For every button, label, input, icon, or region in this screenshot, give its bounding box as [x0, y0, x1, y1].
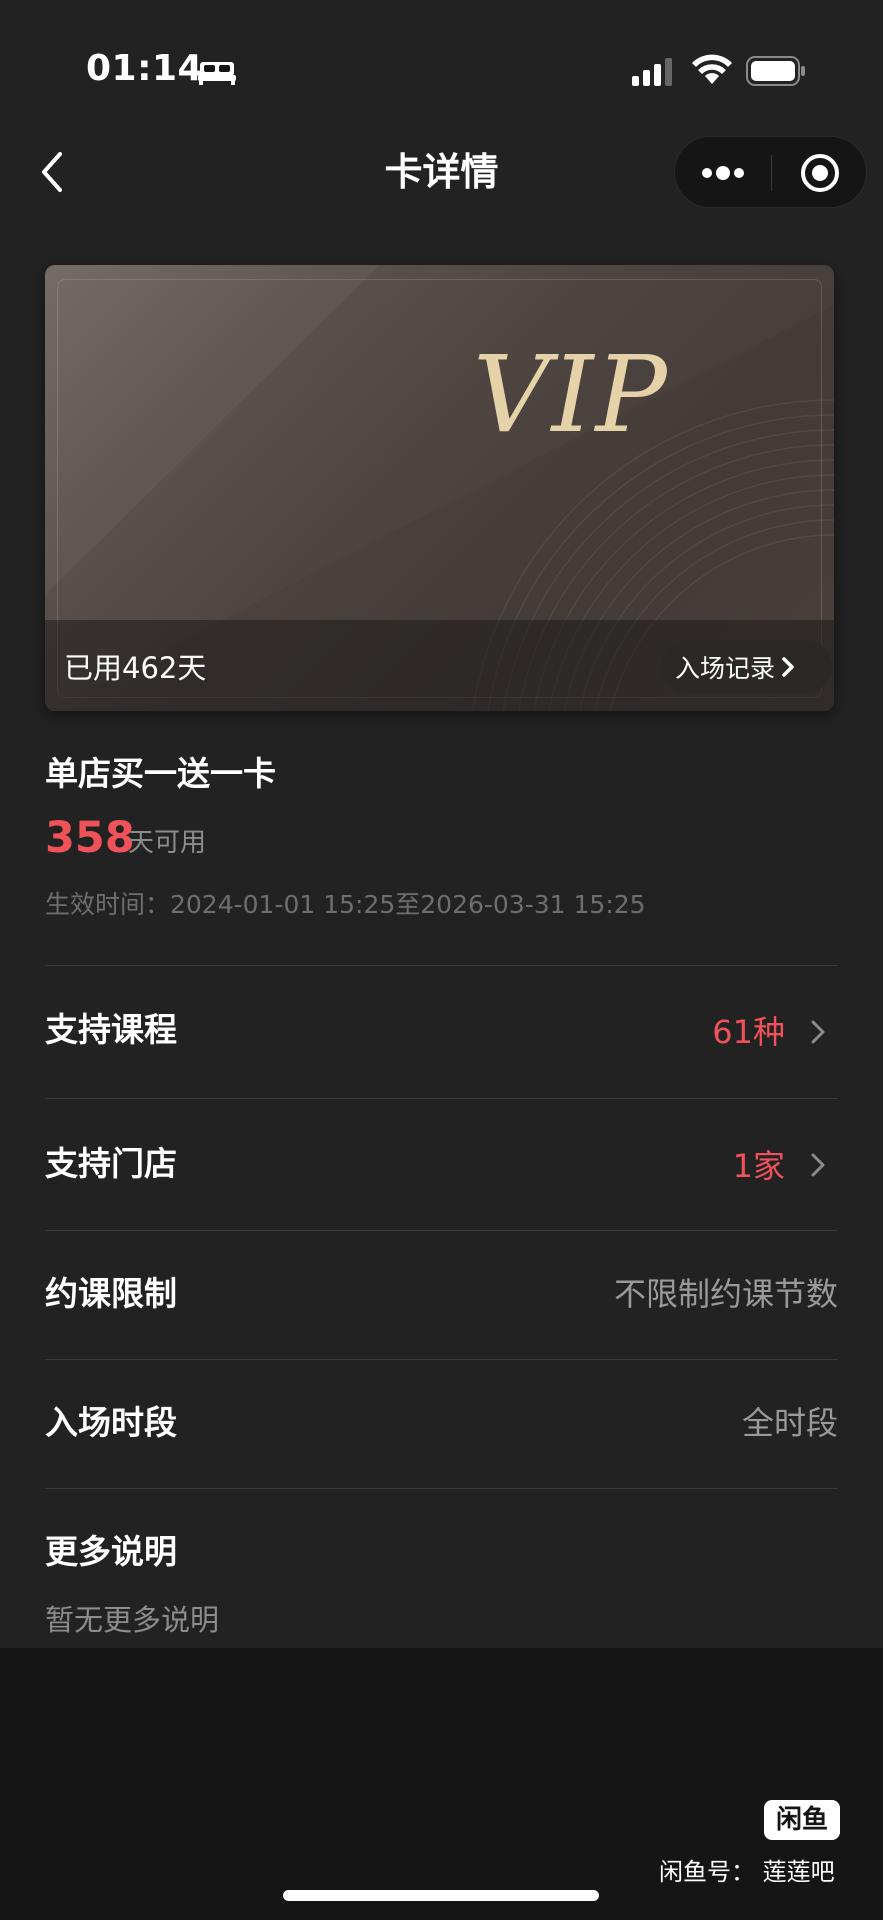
wifi-icon	[692, 54, 732, 84]
miniprogram-capsule	[674, 136, 867, 208]
row-value-stores[interactable]: 1家	[733, 1144, 785, 1188]
days-left-unit: 天可用	[128, 828, 207, 858]
row-value-entry-period: 全时段	[741, 1404, 838, 1442]
home-indicator[interactable]	[283, 1890, 599, 1901]
days-left-count: 358	[45, 813, 135, 863]
divider	[45, 1098, 838, 1099]
row-label-booking-limit: 约课限制	[45, 1274, 177, 1313]
entry-record-label: 入场记录	[675, 653, 776, 683]
card-name: 单店买一送一卡	[45, 754, 276, 793]
chevron-right-icon	[782, 656, 794, 677]
battery-icon	[746, 56, 805, 86]
signal-icon	[632, 58, 672, 86]
chevron-right-icon[interactable]	[808, 1150, 828, 1180]
row-label-stores: 支持门店	[45, 1144, 177, 1183]
row-label-entry-period: 入场时段	[45, 1403, 177, 1442]
sleep-bed-icon	[198, 62, 236, 85]
close-target-icon	[801, 154, 839, 192]
row-label-courses: 支持课程	[45, 1010, 177, 1049]
row-value-courses[interactable]: 61种	[712, 1010, 785, 1054]
more-dots-icon	[702, 166, 744, 180]
divider	[45, 1230, 838, 1231]
close-button[interactable]	[772, 137, 868, 209]
divider	[45, 1488, 838, 1489]
watermark-text: 闲鱼号： 莲莲吧	[659, 1858, 835, 1886]
more-desc-title: 更多说明	[45, 1532, 177, 1571]
more-button[interactable]	[675, 137, 771, 209]
status-bar: 01:14	[0, 0, 883, 130]
divider	[45, 1359, 838, 1360]
chevron-right-icon[interactable]	[808, 1017, 828, 1047]
more-desc-text: 暂无更多说明	[45, 1603, 220, 1637]
xianyu-logo: 闲鱼	[764, 1800, 840, 1840]
status-time: 01:14	[86, 48, 204, 89]
valid-period: 生效时间：2024-01-01 15:25至2026-03-31 15:25	[45, 890, 646, 919]
entry-record-button[interactable]: 入场记录	[661, 640, 832, 693]
divider	[45, 965, 838, 966]
used-days: 已用462天	[64, 651, 207, 685]
row-value-booking-limit: 不限制约课节数	[613, 1275, 838, 1313]
vip-logo: VIP	[473, 333, 669, 456]
